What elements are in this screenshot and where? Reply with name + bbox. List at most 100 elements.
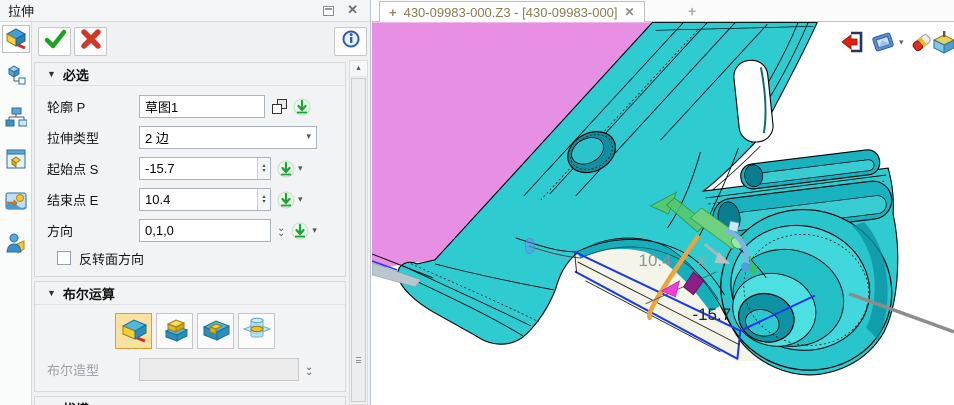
panel-sidebar [0, 22, 32, 405]
end-dimension-label[interactable]: 10.4 [639, 251, 672, 270]
profile-input[interactable] [139, 95, 265, 118]
extrude-type-row: 拉伸类型 2 边 ▾ [39, 122, 341, 153]
reverse-face-checkbox[interactable] [57, 251, 71, 265]
boolean-remove-icon [201, 315, 231, 348]
end-point-input[interactable] [139, 188, 271, 211]
sidebar-item-history[interactable] [2, 105, 30, 133]
sidebar-item-shape-tree[interactable] [2, 63, 30, 91]
extrude-type-value: 2 边 [145, 128, 169, 147]
boolean-intersect-button[interactable] [238, 313, 275, 349]
history-icon [5, 106, 27, 133]
extrude-type-select[interactable]: 2 边 ▾ [139, 126, 317, 149]
view-orientation-button[interactable] [870, 29, 896, 60]
direction-pick-icon[interactable] [291, 222, 309, 240]
scrollbar-grip [356, 356, 361, 365]
expand-more-icon[interactable]: ⌄⌄ [305, 365, 313, 375]
boolean-add-icon [160, 315, 190, 348]
tab-close-icon[interactable]: ✕ [625, 5, 635, 19]
sidebar-item-user[interactable] [2, 231, 30, 259]
document-viewport: + 430-09983-000.Z3 - [430-09983-000] ✕ + [372, 0, 954, 405]
boolean-op-row [39, 310, 341, 354]
boolean-add-button[interactable] [156, 313, 193, 349]
tab-title: 430-09983-000.Z3 - [430-09983-000] [404, 5, 618, 20]
scene-icon [5, 190, 27, 217]
expand-more-icon[interactable]: ⌄⌄ [277, 226, 285, 236]
collapse-arrow-icon: ▼ [47, 288, 56, 298]
boolean-base-icon [119, 315, 149, 348]
new-tab-button[interactable]: + [688, 3, 696, 19]
start-pick-icon[interactable] [277, 160, 295, 178]
start-options-caret-icon[interactable]: ▾ [298, 163, 303, 174]
document-tab[interactable]: + 430-09983-000.Z3 - [430-09983-000] ✕ [379, 1, 645, 22]
visual-manager-icon [5, 148, 27, 175]
ok-button[interactable] [38, 27, 71, 56]
end-point-label: 结束点 E [39, 190, 139, 209]
extrude-dialog-panel: 拉伸 ✕ [0, 0, 371, 405]
reverse-face-row: 反转面方向 [39, 246, 341, 270]
extrude-form: ▼ 必选 轮廓 P 拉伸类型 2 边 ▾ [32, 60, 348, 405]
section-required-header[interactable]: ▼ 必选 [35, 63, 345, 85]
end-point-row: 结束点 E ▴▾ ▾ [39, 184, 341, 215]
section-boolean: ▼ 布尔运算 [34, 281, 346, 392]
panel-scrollbar[interactable]: ▲ [349, 60, 368, 405]
extrude-type-label: 拉伸类型 [39, 128, 139, 147]
panel-titlebar: 拉伸 ✕ [0, 0, 370, 22]
shape-tree-icon [5, 64, 27, 91]
end-point-spinner[interactable]: ▴▾ [257, 189, 270, 210]
section-draft-label: 拔模 [63, 399, 89, 405]
sidebar-item-extrude[interactable] [2, 25, 30, 53]
panel-title: 拉伸 [0, 1, 34, 20]
profile-label: 轮廓 P [39, 97, 139, 116]
end-options-caret-icon[interactable]: ▾ [298, 194, 303, 205]
pick-from-screen-icon[interactable] [293, 98, 311, 116]
info-icon [341, 29, 361, 54]
view-icon [870, 29, 896, 55]
datum-display-button[interactable] [932, 29, 954, 60]
datum-box-icon [932, 29, 954, 55]
copy-icon[interactable] [272, 99, 287, 114]
view-dropdown-caret-icon[interactable]: ▾ [899, 37, 904, 48]
direction-options-caret-icon[interactable]: ▾ [312, 225, 317, 236]
user-icon [5, 232, 27, 259]
sidebar-item-scene[interactable] [2, 189, 30, 217]
start-point-label: 起始点 S [39, 159, 139, 178]
tab-plus-icon: + [389, 5, 397, 20]
direction-row: 方向 ⌄⌄ ▾ [39, 215, 341, 246]
ok-check-icon [43, 28, 67, 55]
reverse-face-label: 反转面方向 [79, 249, 144, 268]
start-dimension-label[interactable]: -15.7 [692, 305, 731, 324]
model-3d-scene[interactable]: 10.4 -15.7 X [372, 22, 954, 405]
boolean-shape-row: 布尔造型 ⌄⌄ [39, 354, 341, 385]
boolean-shape-input [139, 358, 299, 381]
axis-x-label: X [696, 253, 706, 270]
direction-input[interactable] [139, 219, 271, 242]
boolean-remove-button[interactable] [197, 313, 234, 349]
scroll-up-icon[interactable]: ▲ [350, 61, 367, 77]
boolean-base-button[interactable] [115, 313, 152, 349]
boolean-intersect-icon [242, 315, 272, 348]
cancel-button[interactable] [74, 27, 107, 56]
section-draft-header[interactable]: ▼ 拔模 [35, 397, 345, 405]
float-panel-icon[interactable] [323, 6, 334, 16]
exit-icon [840, 29, 866, 55]
start-point-input[interactable] [139, 157, 271, 180]
section-required-label: 必选 [63, 65, 89, 84]
end-pick-icon[interactable] [277, 191, 295, 209]
model-canvas[interactable]: 10.4 -15.7 X [372, 22, 954, 405]
start-point-spinner[interactable]: ▴▾ [257, 158, 270, 179]
extrude-icon [4, 25, 28, 54]
document-tabbar: + 430-09983-000.Z3 - [430-09983-000] ✕ + [372, 0, 954, 22]
chevron-down-icon: ▾ [306, 131, 311, 142]
profile-row: 轮廓 P [39, 91, 341, 122]
section-boolean-header[interactable]: ▼ 布尔运算 [35, 282, 345, 304]
section-boolean-label: 布尔运算 [63, 284, 115, 303]
info-button[interactable] [334, 27, 367, 56]
boolean-shape-label: 布尔造型 [39, 360, 139, 379]
collapse-arrow-icon: ▼ [47, 69, 56, 79]
dialog-toolbar [32, 22, 371, 60]
close-panel-icon[interactable]: ✕ [347, 2, 358, 18]
application-window: 拉伸 ✕ [0, 0, 954, 405]
exit-sketch-button[interactable] [840, 29, 866, 60]
sidebar-item-visual-manager[interactable] [2, 147, 30, 175]
scrollbar-thumb[interactable] [351, 78, 366, 402]
